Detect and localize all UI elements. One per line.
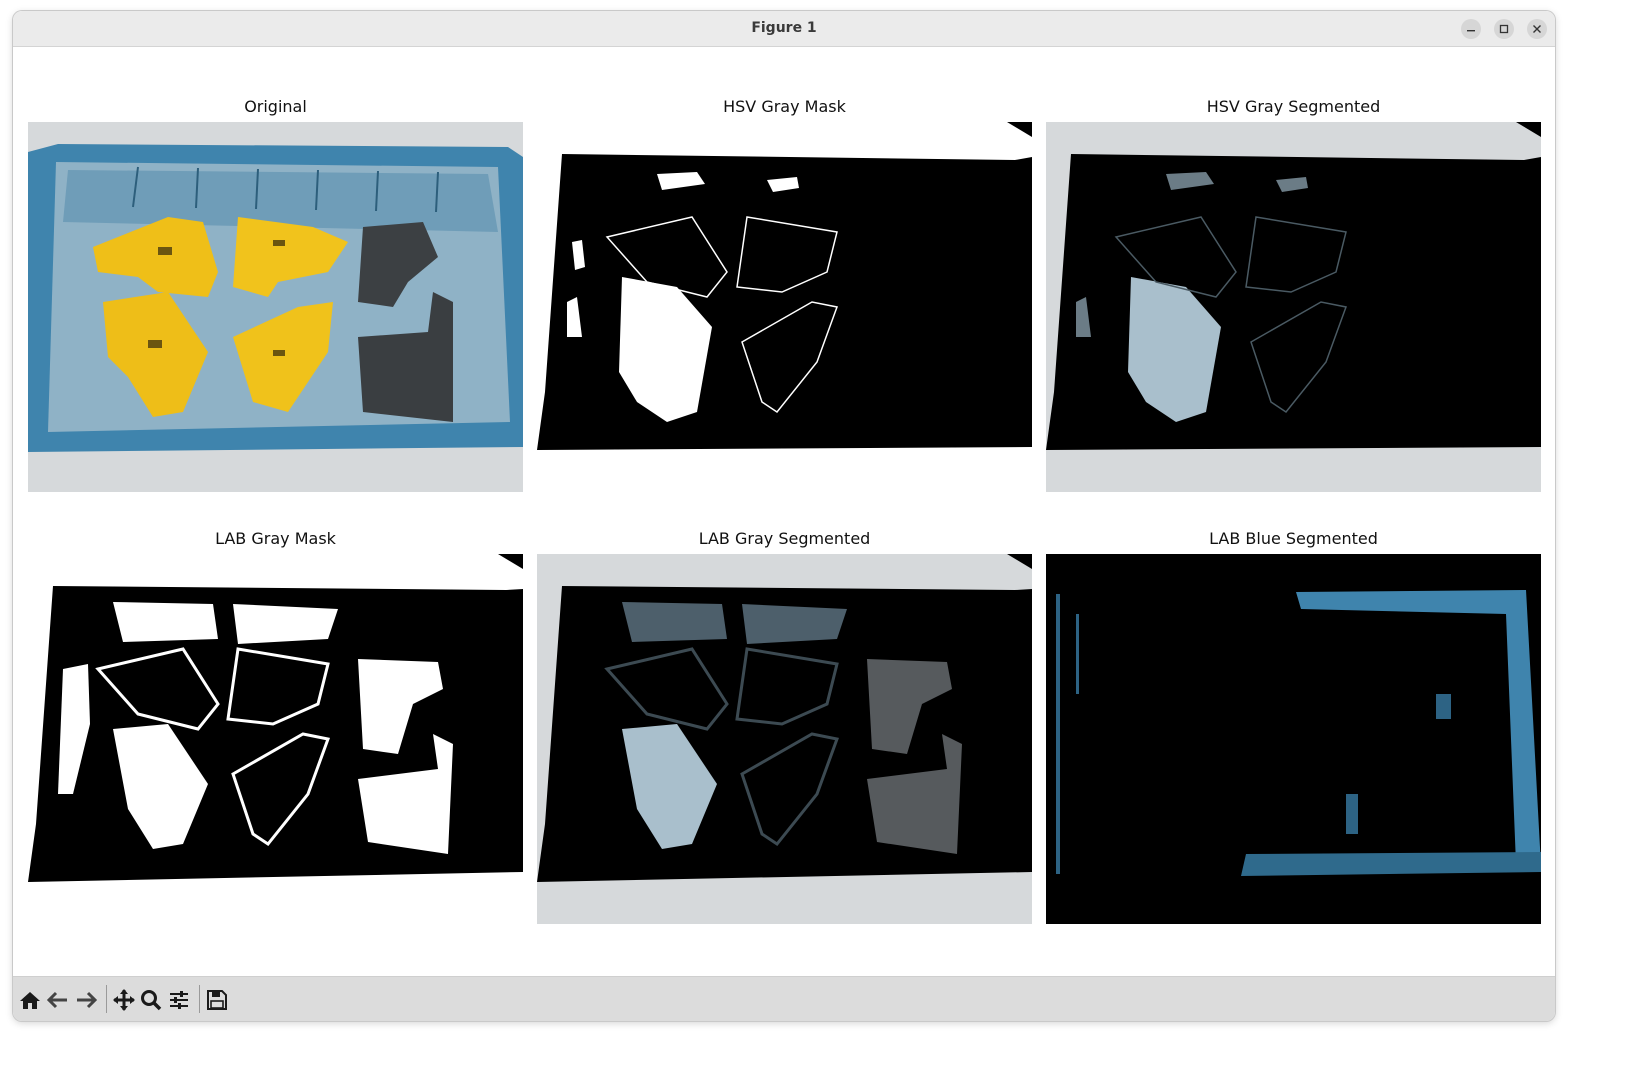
close-icon [1533,25,1541,33]
save-button[interactable] [204,987,230,1013]
configure-subplots-icon [170,991,188,1009]
navigation-toolbar [13,976,1555,1021]
panel-title-original: Original [244,97,307,116]
minimize-button[interactable] [1461,19,1481,39]
image-lab-blue-segmented [1046,554,1541,924]
panel-title-lab-gray-mask: LAB Gray Mask [215,529,336,548]
image-original [28,122,523,492]
back-button[interactable] [45,987,71,1013]
home-icon [20,992,40,1009]
panel-title-hsv-gray-segmented: HSV Gray Segmented [1206,97,1381,116]
panel-title-lab-blue-segmented: LAB Blue Segmented [1209,529,1378,548]
image-lab-gray-segmented [537,554,1032,924]
configure-subplots-button[interactable] [166,987,192,1013]
zoom-icon [141,990,162,1011]
panel-title-hsv-gray-mask: HSV Gray Mask [723,97,846,116]
save-icon [207,990,227,1010]
image-hsv-gray-mask [537,122,1032,492]
maximize-button[interactable] [1494,19,1514,39]
panel-title-lab-gray-segmented: LAB Gray Segmented [698,529,871,548]
toolbar-separator [199,985,200,1013]
home-button[interactable] [17,987,43,1013]
pan-icon [113,989,135,1011]
close-button[interactable] [1527,19,1547,39]
pan-button[interactable] [111,987,137,1013]
back-icon [47,991,67,1009]
minimize-icon [1467,30,1475,32]
title-bar[interactable]: Figure 1 [13,11,1555,47]
toolbar-separator [106,985,107,1013]
image-hsv-gray-segmented [1046,122,1541,492]
figure-window: Figure 1 Original HSV Gray Mask HSV Gray… [13,11,1555,1021]
image-lab-gray-mask [28,554,523,924]
figure-canvas[interactable]: Original HSV Gray Mask HSV Gray Segmente… [13,47,1555,976]
window-title: Figure 1 [751,20,817,36]
forward-button[interactable] [73,987,99,1013]
maximize-icon [1499,24,1509,34]
forward-icon [77,991,97,1009]
zoom-button[interactable] [138,987,164,1013]
